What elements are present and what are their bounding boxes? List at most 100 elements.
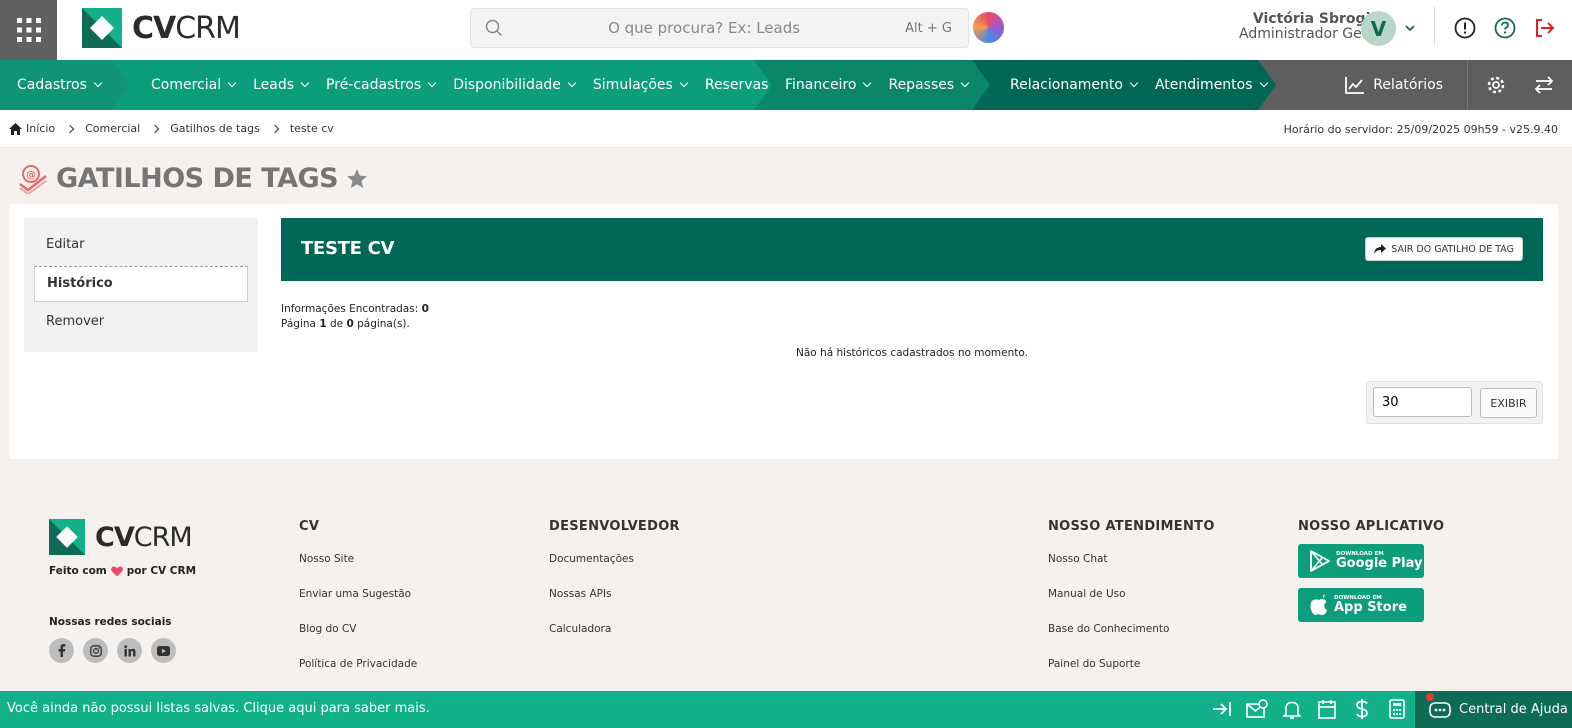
assistant-orb-icon[interactable]	[973, 12, 1004, 43]
footer-col-app: NOSSO APLICATIVO	[1298, 519, 1444, 534]
chat-bot-icon	[1429, 701, 1451, 718]
exit-trigger-button[interactable]: SAIR DO GATILHO DE TAG	[1365, 237, 1523, 261]
footer-link-apis[interactable]: Nossas APIs	[549, 588, 612, 600]
footer-link-docs[interactable]: Documentações	[549, 553, 634, 565]
cvcrm-logo[interactable]: CVCRM	[82, 8, 241, 48]
nav-item-leads[interactable]: Leads	[244, 77, 317, 93]
nav-right: Relatórios	[1321, 60, 1572, 110]
facebook-icon[interactable]	[49, 638, 74, 663]
star-icon[interactable]	[346, 168, 368, 190]
avatar[interactable]: V	[1361, 11, 1396, 46]
divider	[1434, 6, 1435, 46]
footer-col-title: CV	[299, 519, 320, 534]
saved-lists-message[interactable]: Você ainda não possui listas salvas. Cli…	[7, 701, 430, 716]
footer: CVCRM Feito com por CV CRM Nossas redes …	[0, 459, 1572, 691]
grid-icon	[16, 18, 41, 42]
nav-item-financeiro[interactable]: Financeiro	[776, 77, 879, 93]
per-page-input[interactable]	[1373, 387, 1472, 417]
footer-link-chat[interactable]: Nosso Chat	[1048, 553, 1108, 565]
calendar-icon[interactable]	[1315, 697, 1339, 721]
nav-item-simulacoes[interactable]: Simulações	[584, 77, 696, 93]
apps-grid-button[interactable]	[0, 0, 57, 60]
breadcrumb-gatilhos[interactable]: Gatilhos de tags	[170, 122, 260, 135]
settings-icon[interactable]	[1468, 60, 1524, 110]
google-play-button[interactable]: DOWNLOAD EM Google Play	[1298, 544, 1424, 578]
record-title: TESTE CV	[301, 238, 395, 259]
help-icon[interactable]	[1493, 16, 1517, 40]
chevron-right-icon	[270, 124, 280, 133]
breadcrumb-current: teste cv	[289, 122, 334, 135]
show-button[interactable]: EXIBIR	[1480, 388, 1537, 418]
user-name: Victória Sbrogio	[1252, 11, 1380, 27]
side-menu-history[interactable]: Histórico	[34, 266, 248, 302]
collapse-right-icon[interactable]	[1210, 697, 1234, 721]
chevron-right-icon	[150, 124, 160, 133]
user-info[interactable]: Victória Sbrogio Administrador Geral	[1200, 12, 1380, 42]
switch-icon[interactable]	[1524, 60, 1564, 110]
nav-item-relacionamento[interactable]: Relacionamento	[1001, 77, 1146, 93]
nav-item-cadastros[interactable]: Cadastros	[8, 77, 110, 93]
tag-trigger-icon: @	[19, 164, 47, 194]
footer-link-calculator[interactable]: Calculadora	[549, 623, 611, 635]
mail-star-icon[interactable]	[1245, 697, 1269, 721]
bottom-bar: Você ainda não possui listas salvas. Cli…	[0, 691, 1572, 728]
nav-item-atendimentos[interactable]: Atendimentos	[1146, 77, 1276, 93]
info-icon[interactable]	[1453, 16, 1477, 40]
footer-logo-text: CVCRM	[95, 521, 193, 553]
nav-segment-cadastros: Cadastros	[0, 60, 130, 110]
side-menu: Editar Histórico Remover	[24, 218, 258, 352]
logo-text: CVCRM	[132, 10, 241, 46]
linkedin-icon[interactable]	[117, 638, 142, 663]
per-page-box: EXIBIR	[1366, 381, 1543, 424]
cvcrm-logo-icon	[49, 519, 85, 555]
footer-col-title: NOSSO APLICATIVO	[1298, 519, 1445, 534]
apple-icon	[1310, 594, 1327, 616]
footer-link-blog[interactable]: Blog do CV	[299, 623, 357, 635]
page-title: GATILHOS DE TAGS	[56, 163, 339, 194]
nav-segment-financeiro: Financeiro Repasses	[752, 60, 990, 110]
search-placeholder[interactable]: O que procura? Ex: Leads	[503, 19, 905, 37]
home-icon	[9, 122, 22, 135]
breadcrumb-comercial[interactable]: Comercial	[85, 122, 140, 135]
app-store-button[interactable]: DOWNLOAD EM App Store	[1298, 588, 1424, 622]
social-links	[49, 638, 176, 663]
footer-link-knowledge[interactable]: Base do Conhecimento	[1048, 623, 1169, 635]
breadcrumb: Início Comercial Gatilhos de tags teste …	[9, 122, 334, 135]
breadcrumb-bar: Início Comercial Gatilhos de tags teste …	[0, 110, 1572, 148]
help-center-label: Central de Ajuda	[1459, 702, 1568, 717]
side-menu-edit[interactable]: Editar	[46, 237, 85, 252]
search-box[interactable]: O que procura? Ex: Leads Alt + G	[470, 8, 969, 48]
footer-link-support-panel[interactable]: Painel do Suporte	[1048, 658, 1140, 670]
bell-icon[interactable]	[1280, 697, 1304, 721]
record-header: TESTE CV SAIR DO GATILHO DE TAG	[281, 218, 1543, 281]
google-play-icon	[1310, 550, 1330, 572]
help-center-button[interactable]: Central de Ajuda	[1415, 691, 1572, 728]
breadcrumb-home[interactable]: Início	[9, 122, 55, 135]
share-icon	[1374, 244, 1387, 254]
instagram-icon[interactable]	[83, 638, 108, 663]
chevron-down-icon[interactable]	[1404, 23, 1416, 33]
footer-col-title: NOSSO ATENDIMENTO	[1048, 519, 1215, 534]
nav-item-comercial[interactable]: Comercial	[142, 77, 244, 93]
logout-icon[interactable]	[1533, 16, 1557, 40]
results-page: Página 1 de 0 página(s).	[281, 318, 410, 330]
footer-col-dev: DESENVOLVEDOR	[549, 519, 680, 534]
exit-trigger-label: SAIR DO GATILHO DE TAG	[1391, 243, 1514, 255]
side-menu-remove[interactable]: Remover	[46, 314, 104, 329]
nav-item-disponibilidade[interactable]: Disponibilidade	[444, 77, 584, 93]
footer-link-suggestion[interactable]: Enviar uma Sugestão	[299, 588, 411, 600]
footer-link-privacy[interactable]: Política de Privacidade	[299, 658, 417, 670]
footer-logo[interactable]: CVCRM	[49, 519, 193, 555]
bottom-toolbar	[1210, 697, 1409, 721]
footer-link-manual[interactable]: Manual de Uso	[1048, 588, 1126, 600]
calculator-icon[interactable]	[1385, 697, 1409, 721]
nav-item-repasses[interactable]: Repasses	[879, 77, 977, 93]
reports-label: Relatórios	[1373, 77, 1443, 93]
user-role: Administrador Geral	[1239, 26, 1380, 42]
youtube-icon[interactable]	[151, 638, 176, 663]
reports-link[interactable]: Relatórios	[1321, 60, 1468, 110]
social-title: Nossas redes sociais	[49, 616, 172, 628]
nav-item-pre-cadastros[interactable]: Pré-cadastros	[317, 77, 444, 93]
dollar-icon[interactable]	[1350, 697, 1374, 721]
footer-link-site[interactable]: Nosso Site	[299, 553, 354, 565]
